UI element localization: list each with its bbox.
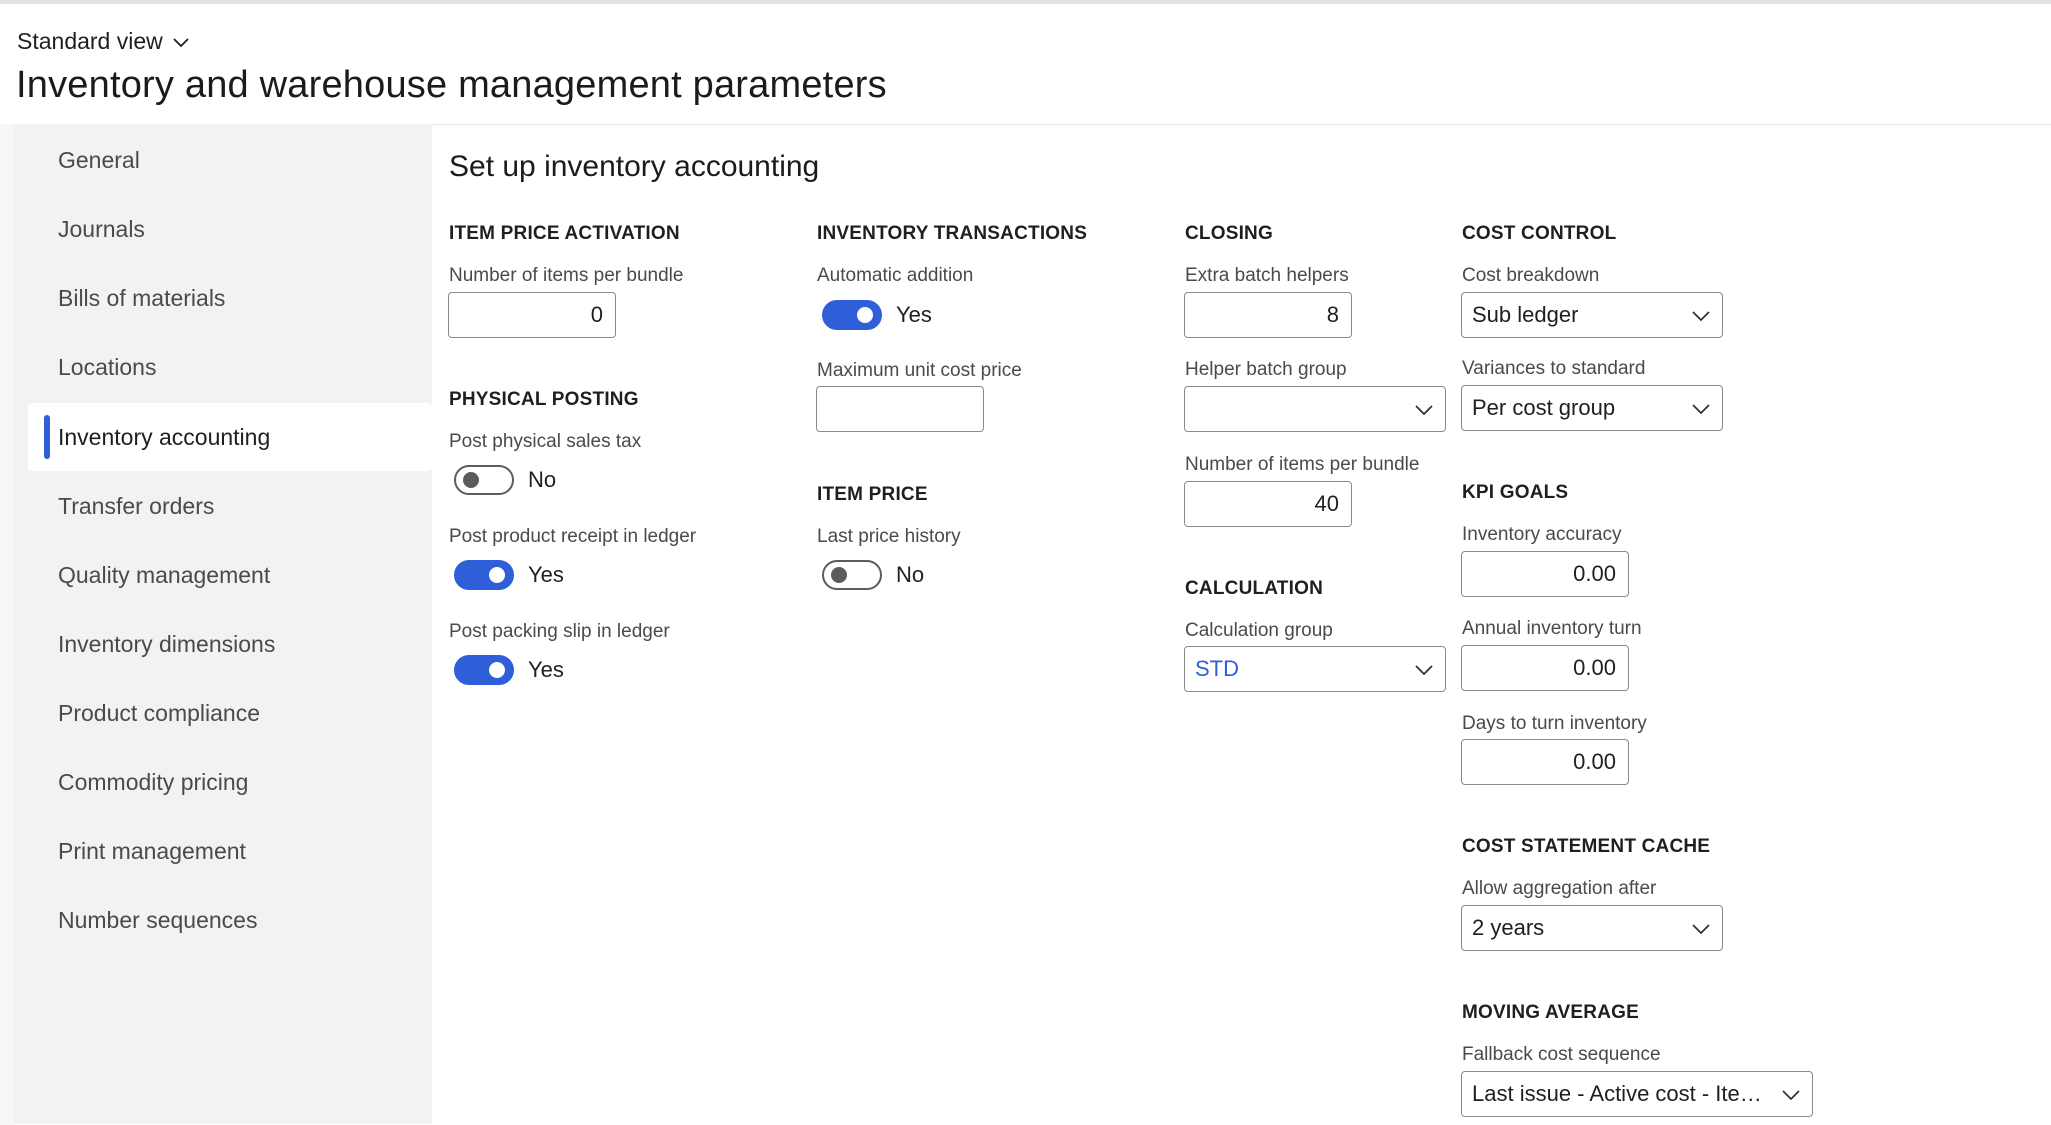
inventory-accuracy-label: Inventory accuracy [1462,524,1622,545]
sidebar-item-label: Number sequences [58,906,258,933]
extra-batch-helpers-label: Extra batch helpers [1185,265,1349,286]
closing-items-per-bundle-input[interactable] [1184,481,1352,527]
toggle-switch [822,300,882,330]
variances-to-standard-label: Variances to standard [1462,358,1646,379]
closing-heading: CLOSING [1185,223,1273,244]
cost-control-heading: COST CONTROL [1462,223,1617,244]
cost-breakdown-select[interactable]: Sub ledger [1461,292,1723,338]
chevron-down-icon [1692,311,1710,322]
sidebar-item-locations[interactable]: Locations [28,333,432,401]
calculation-group-label: Calculation group [1185,620,1333,641]
sidebar-item-transfer-orders[interactable]: Transfer orders [28,472,432,540]
automatic-addition-toggle[interactable]: Yes [822,300,932,330]
sidebar-item-journals[interactable]: Journals [28,195,432,263]
moving-average-heading: MOVING AVERAGE [1462,1002,1639,1023]
sidebar-item-print-management[interactable]: Print management [28,817,432,885]
toggle-state: No [528,467,557,492]
automatic-addition-label: Automatic addition [817,265,974,286]
inventory-transactions-heading: INVENTORY TRANSACTIONS [817,223,1088,244]
chevron-down-icon [1692,404,1710,415]
fallback-cost-sequence-select[interactable]: Last issue - Active cost - Item... [1461,1071,1813,1117]
select-value: STD [1195,656,1239,681]
toggle-switch [454,655,514,685]
sidebar-item-inventory-dimensions[interactable]: Inventory dimensions [28,610,432,678]
chevron-down-icon [1415,665,1433,676]
sidebar-item-bills-of-materials[interactable]: Bills of materials [28,264,432,332]
max-unit-cost-price-label: Maximum unit cost price [817,360,1022,381]
sidebar-item-label: Print management [58,837,246,864]
sidebar-item-label: General [58,146,140,173]
calculation-heading: CALCULATION [1185,578,1323,599]
chevron-down-icon [173,37,189,47]
variances-to-standard-select[interactable]: Per cost group [1461,385,1723,431]
sidebar-item-product-compliance[interactable]: Product compliance [28,679,432,747]
post-sales-tax-label: Post physical sales tax [449,431,642,452]
item-price-activation-heading: ITEM PRICE ACTIVATION [449,223,680,244]
items-per-bundle-input[interactable] [448,292,616,338]
items-per-bundle-label: Number of items per bundle [449,265,684,286]
allow-aggregation-after-label: Allow aggregation after [1462,878,1657,899]
toggle-state: Yes [528,657,564,682]
inventory-accuracy-input[interactable] [1461,551,1629,597]
sidebar-item-label: Journals [58,215,145,242]
sidebar-item-label: Commodity pricing [58,768,249,795]
cost-breakdown-label: Cost breakdown [1462,265,1600,286]
sidebar-item-label: Inventory accounting [58,423,271,450]
toggle-switch [822,560,882,590]
chevron-down-icon [1415,405,1433,416]
helper-batch-group-select[interactable] [1184,386,1446,432]
calculation-group-select[interactable]: STD [1184,646,1446,692]
sidebar-item-label: Inventory dimensions [58,630,276,657]
page-title: Inventory and warehouse management param… [16,64,887,106]
sidebar-item-general[interactable]: General [28,126,432,194]
sidebar-item-label: Locations [58,353,157,380]
post-product-receipt-label: Post product receipt in ledger [449,526,697,547]
toggle-state: Yes [528,562,564,587]
page-header: Standard view Inventory and warehouse ma… [0,4,2051,124]
select-value: Last issue - Active cost - Item... [1472,1081,1764,1106]
annual-inventory-turn-input[interactable] [1461,645,1629,691]
chevron-down-icon [1692,924,1710,935]
sidebar-item-label: Transfer orders [58,492,215,519]
annual-inventory-turn-label: Annual inventory turn [1462,618,1642,639]
toggle-switch [454,465,514,495]
view-label: Standard view [17,28,163,54]
standard-view-selector[interactable]: Standard view [17,28,191,55]
sidebar-item-number-sequences[interactable]: Number sequences [28,886,432,954]
post-packing-slip-label: Post packing slip in ledger [449,621,670,642]
select-value: 2 years [1472,915,1545,940]
post-sales-tax-toggle[interactable]: No [454,465,556,495]
post-packing-slip-toggle[interactable]: Yes [454,655,564,685]
sidebar-item-label: Product compliance [58,699,260,726]
select-value: Sub ledger [1472,302,1579,327]
select-value: Per cost group [1472,395,1616,420]
sidebar-item-inventory-accounting[interactable]: Inventory accounting [28,403,432,471]
sidebar-item-label: Quality management [58,561,271,588]
toggle-state: No [896,562,925,587]
last-price-history-label: Last price history [817,526,961,547]
section-title: Set up inventory accounting [449,150,820,183]
post-product-receipt-toggle[interactable]: Yes [454,560,564,590]
toggle-state: Yes [896,302,932,327]
sidebar-item-commodity-pricing[interactable]: Commodity pricing [28,748,432,816]
sidebar-item-label: Bills of materials [58,284,226,311]
days-to-turn-inventory-input[interactable] [1461,739,1629,785]
closing-items-per-bundle-label: Number of items per bundle [1185,454,1420,475]
physical-posting-heading: PHYSICAL POSTING [449,389,639,410]
days-to-turn-inventory-label: Days to turn inventory [1462,713,1647,734]
fallback-cost-sequence-label: Fallback cost sequence [1462,1044,1661,1065]
helper-batch-group-label: Helper batch group [1185,359,1347,380]
extra-batch-helpers-input[interactable] [1184,292,1352,338]
sidebar: General Journals Bills of materials Loca… [14,124,432,1124]
sidebar-item-quality-management[interactable]: Quality management [28,541,432,609]
allow-aggregation-after-select[interactable]: 2 years [1461,905,1723,951]
kpi-goals-heading: KPI GOALS [1462,482,1569,503]
max-unit-cost-price-input[interactable] [816,386,984,432]
item-price-heading: ITEM PRICE [817,484,928,505]
cost-statement-cache-heading: COST STATEMENT CACHE [1462,836,1711,857]
chevron-down-icon [1782,1090,1800,1101]
toggle-switch [454,560,514,590]
last-price-history-toggle[interactable]: No [822,560,924,590]
